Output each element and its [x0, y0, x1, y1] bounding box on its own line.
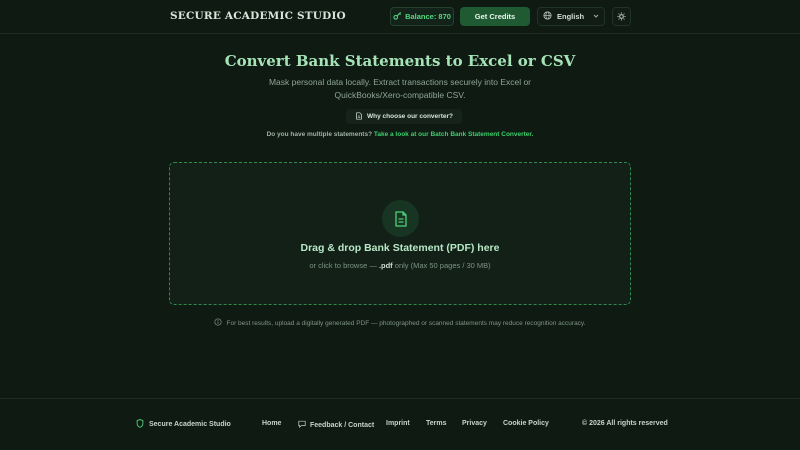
why-choose-label: Why choose our converter? [367, 113, 453, 120]
file-upload-icon [382, 200, 419, 237]
footer: Secure Academic Studio Home Feedback / C… [0, 398, 800, 450]
footer-copyright: © 2026 All rights reserved [582, 420, 668, 427]
top-nav: SECURE ACADEMIC STUDIO Balance: 870 Get … [0, 0, 800, 34]
batch-converter-note: Do you have multiple statements? Take a … [0, 131, 800, 138]
footer-link-feedback[interactable]: Feedback / Contact [298, 420, 374, 430]
document-icon [355, 111, 363, 122]
footer-link-privacy[interactable]: Privacy [462, 420, 487, 427]
theme-toggle-button[interactable] [612, 7, 631, 26]
upload-hint: For best results, upload a digitally gen… [0, 318, 800, 328]
balance-label: Balance: 870 [405, 12, 451, 21]
chevron-down-icon [593, 13, 599, 21]
page-subtitle: Mask personal data locally. Extract tran… [268, 77, 532, 100]
get-credits-button[interactable]: Get Credits [460, 7, 530, 26]
brand-logo-text[interactable]: SECURE ACADEMIC STUDIO [170, 10, 346, 22]
footer-link-home[interactable]: Home [262, 420, 281, 427]
footer-feedback-label: Feedback / Contact [310, 421, 375, 429]
dropzone-subtitle: or click to browse — .pdf only (Max 50 p… [170, 261, 630, 270]
shield-icon [136, 419, 144, 430]
footer-brand[interactable]: Secure Academic Studio [136, 419, 231, 430]
dropzone-file-ext: .pdf [378, 261, 393, 270]
dropzone-sub-prefix: or click to browse — [309, 261, 377, 270]
balance-indicator[interactable]: Balance: 870 [390, 7, 454, 26]
batch-converter-link[interactable]: Take a look at our Batch Bank Statement … [374, 131, 534, 138]
multi-question: Do you have multiple statements? [266, 131, 373, 138]
page-title: Convert Bank Statements to Excel or CSV [224, 52, 576, 70]
chat-icon [298, 420, 306, 430]
dropzone-sub-suffix: only (Max 50 pages / 30 MB) [394, 261, 491, 270]
footer-brand-label: Secure Academic Studio [149, 421, 231, 428]
footer-link-imprint[interactable]: Imprint [386, 420, 410, 427]
why-choose-button[interactable]: Why choose our converter? [346, 109, 462, 124]
language-select[interactable]: English [537, 7, 605, 26]
sun-icon [617, 8, 626, 26]
info-icon [214, 318, 223, 328]
language-value: English [557, 12, 585, 21]
footer-link-cookie-policy[interactable]: Cookie Policy [503, 420, 549, 427]
footer-link-terms[interactable]: Terms [426, 420, 447, 427]
upload-hint-text: For best results, upload a digitally gen… [226, 319, 586, 327]
dropzone-title: Drag & drop Bank Statement (PDF) here [300, 242, 500, 254]
file-dropzone[interactable]: Drag & drop Bank Statement (PDF) here or… [169, 162, 631, 305]
globe-icon [543, 11, 552, 22]
key-icon [393, 11, 402, 22]
